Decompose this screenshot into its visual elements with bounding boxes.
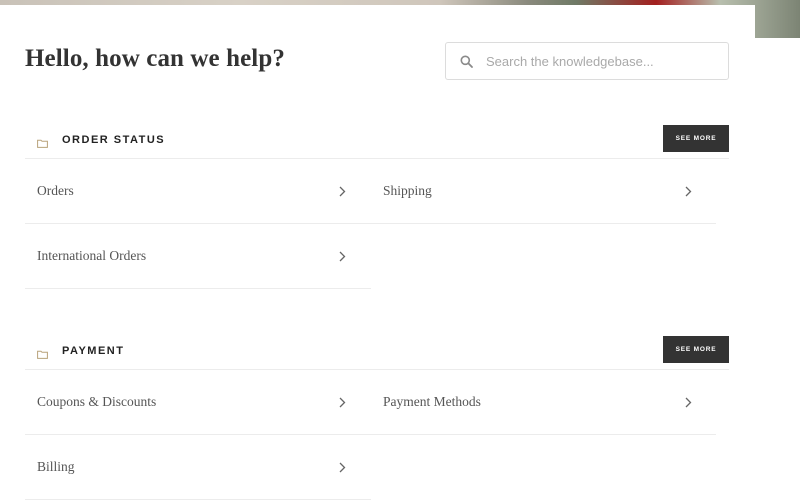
article-label: Payment Methods <box>383 394 481 409</box>
article-link-billing[interactable]: Billing <box>25 435 371 500</box>
page-title: Hello, how can we help? <box>25 45 285 72</box>
search-box[interactable] <box>445 42 729 80</box>
chevron-right-icon <box>685 395 692 413</box>
see-more-button[interactable]: SEE MORE <box>663 125 729 152</box>
section-title: ORDER STATUS <box>62 134 166 146</box>
chevron-right-icon <box>339 249 346 267</box>
section-header: PAYMENT SEE MORE <box>25 336 729 370</box>
article-grid: Orders Shipping International Orders <box>25 159 729 289</box>
article-label: International Orders <box>37 248 147 263</box>
folder-icon <box>37 346 48 364</box>
article-link-shipping[interactable]: Shipping <box>371 159 716 224</box>
article-label: Shipping <box>383 183 432 198</box>
article-label: Orders <box>37 183 74 198</box>
article-link-orders[interactable]: Orders <box>25 159 371 224</box>
see-more-button[interactable]: SEE MORE <box>663 336 729 363</box>
chevron-right-icon <box>339 395 346 413</box>
search-input[interactable] <box>486 53 716 69</box>
section-order-status: ORDER STATUS SEE MORE Orders Shipping In… <box>25 125 729 289</box>
section-payment: PAYMENT SEE MORE Coupons & Discounts Pay… <box>25 336 729 500</box>
chevron-right-icon <box>685 184 692 202</box>
folder-icon <box>37 135 48 153</box>
chevron-right-icon <box>339 460 346 478</box>
article-label: Billing <box>37 459 75 474</box>
article-label: Coupons & Discounts <box>37 394 157 409</box>
chevron-right-icon <box>339 184 346 202</box>
section-header: ORDER STATUS SEE MORE <box>25 125 729 159</box>
article-link-international-orders[interactable]: International Orders <box>25 224 371 289</box>
section-title: PAYMENT <box>62 345 125 357</box>
help-center-panel: Hello, how can we help? ORDER STATUS SEE… <box>0 5 755 500</box>
search-icon <box>446 55 486 68</box>
article-link-payment-methods[interactable]: Payment Methods <box>371 370 716 435</box>
article-link-coupons-discounts[interactable]: Coupons & Discounts <box>25 370 371 435</box>
article-grid: Coupons & Discounts Payment Methods Bill… <box>25 370 729 500</box>
